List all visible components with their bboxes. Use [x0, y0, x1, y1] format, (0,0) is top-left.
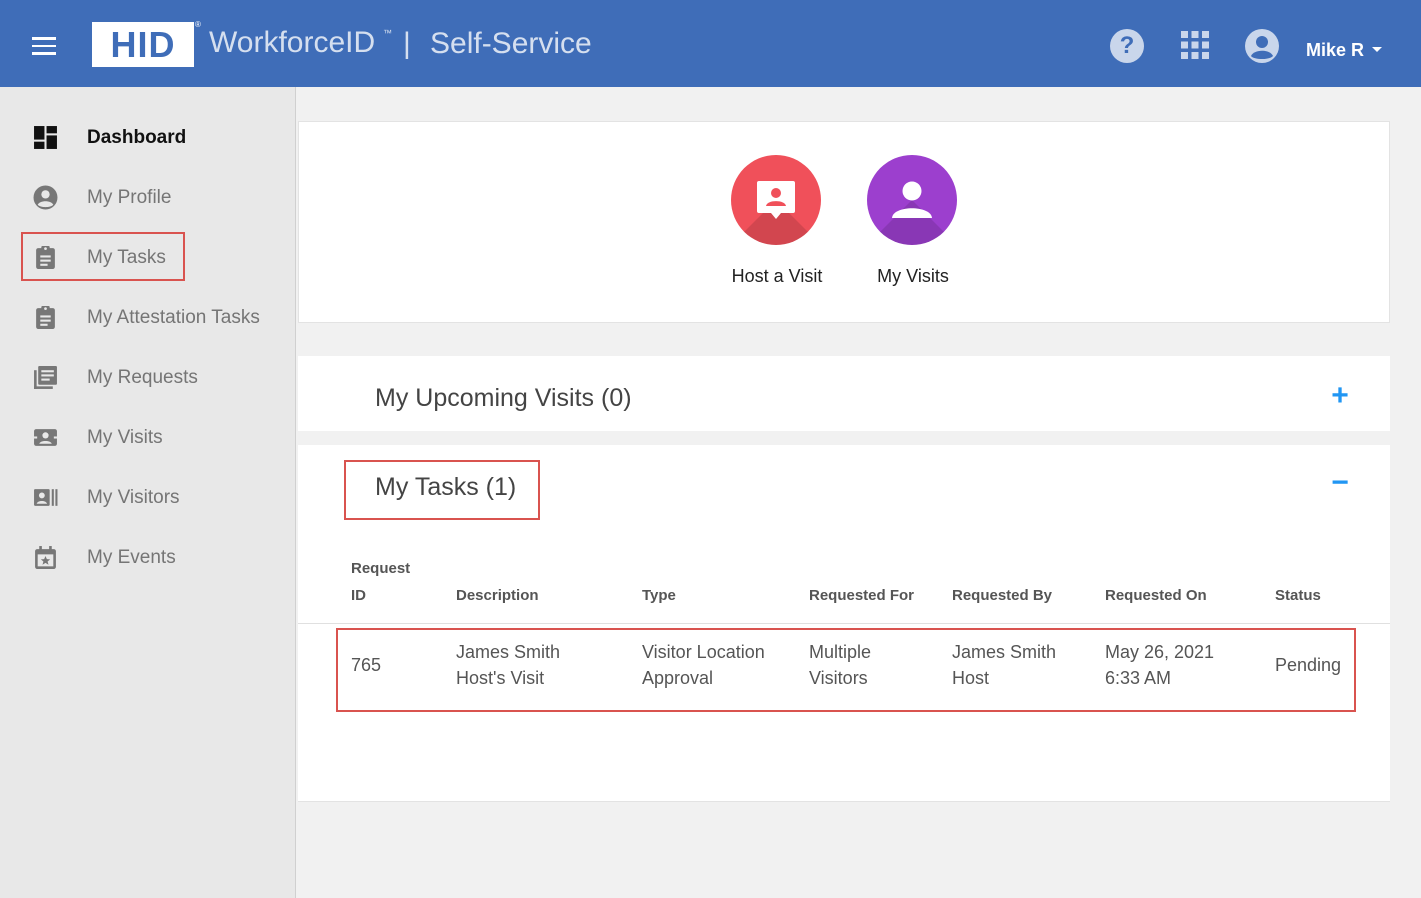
library-books-icon	[34, 366, 57, 389]
product-name: WorkforceID	[209, 26, 376, 59]
dashboard-icon	[34, 126, 57, 149]
product-trademark: ™	[383, 28, 392, 38]
sidebar: Dashboard My Profile My Tasks My Attesta…	[0, 87, 296, 898]
app-title: Self-Service	[430, 27, 592, 60]
column-header-requested-on[interactable]: Requested On	[1105, 582, 1207, 609]
my-tasks-panel: My Tasks (1) − Request ID Description Ty…	[298, 445, 1390, 802]
my-visits-button[interactable]	[867, 155, 957, 245]
hamburger-menu-icon[interactable]	[32, 37, 56, 55]
sidebar-item-my-profile[interactable]: My Profile	[0, 167, 296, 227]
help-circle-icon[interactable]: ?	[1110, 29, 1144, 63]
sidebar-item-my-requests[interactable]: My Requests	[0, 347, 296, 407]
sidebar-item-label: Dashboard	[87, 127, 187, 148]
host-visit-icon	[757, 181, 795, 219]
sidebar-item-label: My Requests	[87, 367, 198, 388]
top-header: HID ® WorkforceID ™ | Self-Service ? Mik…	[0, 0, 1421, 87]
hid-logo: HID	[92, 22, 194, 67]
sidebar-item-label: My Attestation Tasks	[87, 307, 260, 328]
column-header-requested-for[interactable]: Requested For	[809, 582, 914, 609]
account-circle-icon[interactable]	[1245, 29, 1279, 63]
collapse-minus-icon[interactable]: −	[1328, 468, 1352, 498]
sidebar-item-my-attestation-tasks[interactable]: My Attestation Tasks	[0, 287, 296, 347]
host-a-visit-button[interactable]	[731, 155, 821, 245]
sidebar-item-label: My Visits	[87, 427, 163, 448]
chevron-down-icon[interactable]	[1372, 47, 1382, 52]
column-header-request: Request	[351, 560, 411, 577]
user-menu[interactable]: Mike R	[1306, 40, 1364, 61]
highlight-box	[336, 628, 1356, 712]
person-icon	[892, 181, 932, 218]
column-header-id: ID	[351, 587, 366, 604]
clipboard-icon	[36, 306, 55, 329]
account-circle-icon	[33, 185, 58, 210]
logo-registered-mark: ®	[195, 20, 201, 29]
column-header-status[interactable]: Status	[1275, 582, 1321, 609]
quick-actions-card: Host a Visit My Visits	[298, 121, 1390, 323]
my-visits-label[interactable]: My Visits	[833, 266, 993, 287]
table-header-divider	[298, 623, 1390, 624]
visitors-icon	[34, 489, 58, 506]
column-header-type[interactable]: Type	[642, 582, 676, 609]
sidebar-item-label: My Profile	[87, 187, 172, 208]
contact-card-icon	[34, 429, 57, 446]
highlight-box	[344, 460, 540, 520]
highlight-box	[21, 232, 185, 281]
sidebar-item-dashboard[interactable]: Dashboard	[0, 107, 296, 167]
sidebar-item-my-visitors[interactable]: My Visitors	[0, 467, 296, 527]
upcoming-visits-title[interactable]: My Upcoming Visits (0)	[375, 384, 632, 413]
expand-plus-icon[interactable]: +	[1328, 381, 1352, 411]
column-header-description[interactable]: Description	[456, 582, 539, 609]
event-icon	[35, 546, 56, 569]
upcoming-visits-panel: My Upcoming Visits (0) +	[298, 356, 1390, 431]
sidebar-item-label: My Events	[87, 547, 176, 568]
sidebar-item-my-visits[interactable]: My Visits	[0, 407, 296, 467]
sidebar-item-my-events[interactable]: My Events	[0, 527, 296, 587]
sidebar-item-label: My Visitors	[87, 487, 180, 508]
title-separator: |	[403, 27, 411, 60]
column-header-requested-by[interactable]: Requested By	[952, 582, 1052, 609]
apps-grid-icon[interactable]	[1181, 31, 1209, 59]
